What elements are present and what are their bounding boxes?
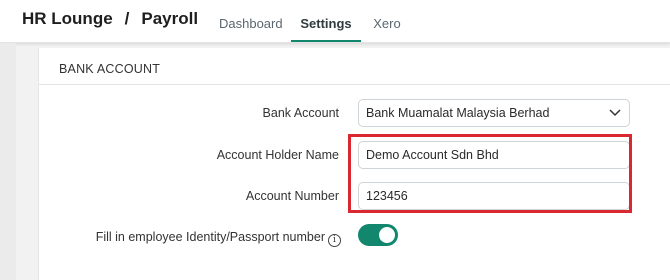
info-icon[interactable]: i bbox=[328, 234, 341, 247]
fill-identity-toggle[interactable] bbox=[358, 224, 398, 246]
bank-account-card: BANK ACCOUNT Bank Account Bank Muamalat … bbox=[38, 48, 670, 280]
bank-account-value: Bank Muamalat Malaysia Berhad bbox=[366, 106, 550, 120]
breadcrumb-separator: / bbox=[124, 9, 130, 28]
fill-identity-label-text: Fill in employee Identity/Passport numbe… bbox=[95, 230, 325, 244]
section-divider bbox=[39, 84, 670, 85]
bank-account-label: Bank Account bbox=[262, 106, 339, 120]
bank-account-select[interactable]: Bank Muamalat Malaysia Berhad bbox=[358, 99, 630, 127]
account-number-label: Account Number bbox=[245, 189, 339, 203]
section-title: BANK ACCOUNT bbox=[59, 62, 161, 76]
tab-settings[interactable]: Settings bbox=[291, 16, 361, 42]
tab-xero[interactable]: Xero bbox=[372, 16, 402, 42]
chevron-down-icon bbox=[609, 109, 621, 117]
account-holder-name-label: Account Holder Name bbox=[216, 148, 339, 162]
module-name: Payroll bbox=[141, 9, 199, 28]
highlight-box bbox=[348, 134, 632, 213]
toggle-knob bbox=[379, 227, 395, 243]
breadcrumb: HR Lounge / Payroll bbox=[22, 9, 198, 29]
fill-identity-label: Fill in employee Identity/Passport numbe… bbox=[96, 230, 341, 247]
tab-dashboard[interactable]: Dashboard bbox=[219, 16, 283, 42]
top-header: HR Lounge / Payroll Dashboard Settings Xer… bbox=[0, 0, 670, 43]
app-name[interactable]: HR Lounge bbox=[22, 9, 113, 28]
left-gutter bbox=[0, 43, 16, 280]
